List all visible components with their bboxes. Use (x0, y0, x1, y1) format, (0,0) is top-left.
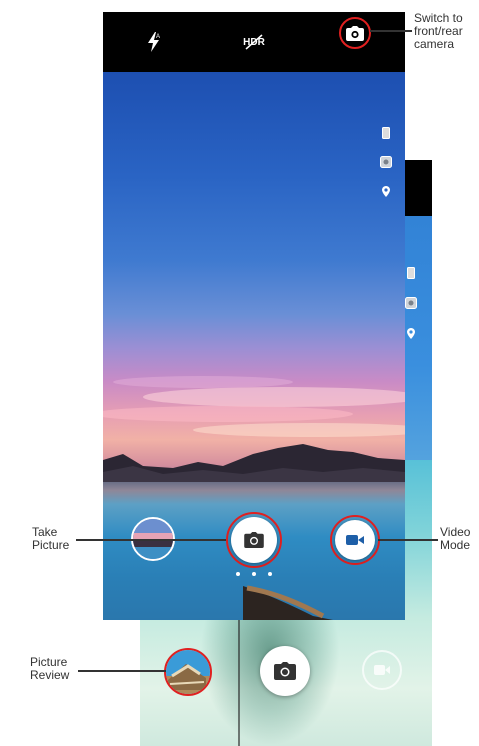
camera-icon (274, 662, 296, 680)
video-mode-button[interactable] (335, 520, 375, 560)
anchor-rope (238, 620, 240, 746)
secondary-top-bar (404, 160, 432, 216)
aspect-ratio-icon[interactable] (404, 266, 418, 280)
boat (243, 585, 333, 620)
location-icon[interactable] (379, 184, 393, 198)
switch-camera-icon[interactable] (343, 22, 367, 46)
video-camera-icon (374, 665, 390, 675)
settings-icon[interactable] (379, 155, 393, 169)
shutter-button[interactable] (231, 517, 277, 563)
camera-icon (244, 532, 264, 548)
take-picture-leader (76, 539, 226, 541)
secondary-video-button[interactable] (362, 650, 402, 690)
take-picture-callout: Take Picture (32, 525, 70, 552)
video-mode-callout: Video Mode (440, 525, 471, 552)
svg-text:A: A (156, 34, 160, 40)
aspect-ratio-icon[interactable] (379, 126, 393, 140)
settings-icon[interactable] (404, 296, 418, 310)
secondary-shutter-button[interactable] (260, 646, 310, 696)
location-icon[interactable] (404, 326, 418, 340)
switch-camera-callout: Switch to front/rear camera (414, 11, 463, 51)
flash-auto-icon[interactable]: A (143, 30, 165, 54)
picture-review-thumbnail[interactable] (164, 648, 212, 696)
mode-dot-active (252, 572, 256, 576)
mode-dot (268, 572, 272, 576)
video-camera-icon (346, 535, 364, 545)
video-mode-leader (378, 539, 438, 541)
picture-review-callout: Picture Review (30, 655, 70, 682)
camera-screenshot: A HDR (103, 12, 405, 620)
switch-camera-leader (370, 30, 412, 32)
hdr-off-icon[interactable]: HDR (239, 30, 269, 54)
picture-review-leader (78, 670, 166, 672)
mode-dot (236, 572, 240, 576)
